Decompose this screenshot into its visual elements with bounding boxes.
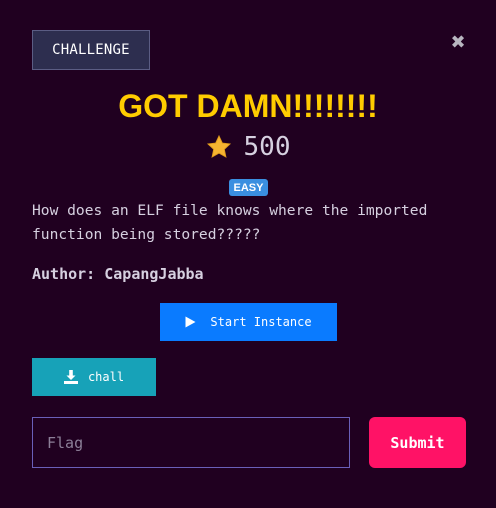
points-value: 500 — [243, 132, 291, 162]
start-instance-button[interactable]: Start Instance — [160, 303, 337, 341]
challenge-author: Author: CapangJabba — [32, 265, 204, 283]
flag-input[interactable] — [32, 417, 350, 468]
challenge-tab[interactable]: CHALLENGE — [32, 30, 150, 70]
star-icon — [206, 134, 231, 158]
submit-button[interactable]: Submit — [369, 417, 466, 468]
challenge-points: 500 — [0, 132, 496, 162]
close-icon[interactable]: ✖ — [450, 34, 466, 52]
play-icon — [185, 316, 196, 328]
download-icon — [63, 370, 78, 384]
challenge-description: How does an ELF file knows where the imp… — [32, 202, 428, 243]
challenge-title: GOT DAMN!!!!!!!! — [118, 88, 378, 124]
start-instance-label: Start Instance — [210, 315, 312, 329]
download-chall-button[interactable]: chall — [32, 358, 156, 396]
difficulty-badge: EASY — [229, 179, 268, 196]
download-chall-label: chall — [87, 370, 125, 384]
